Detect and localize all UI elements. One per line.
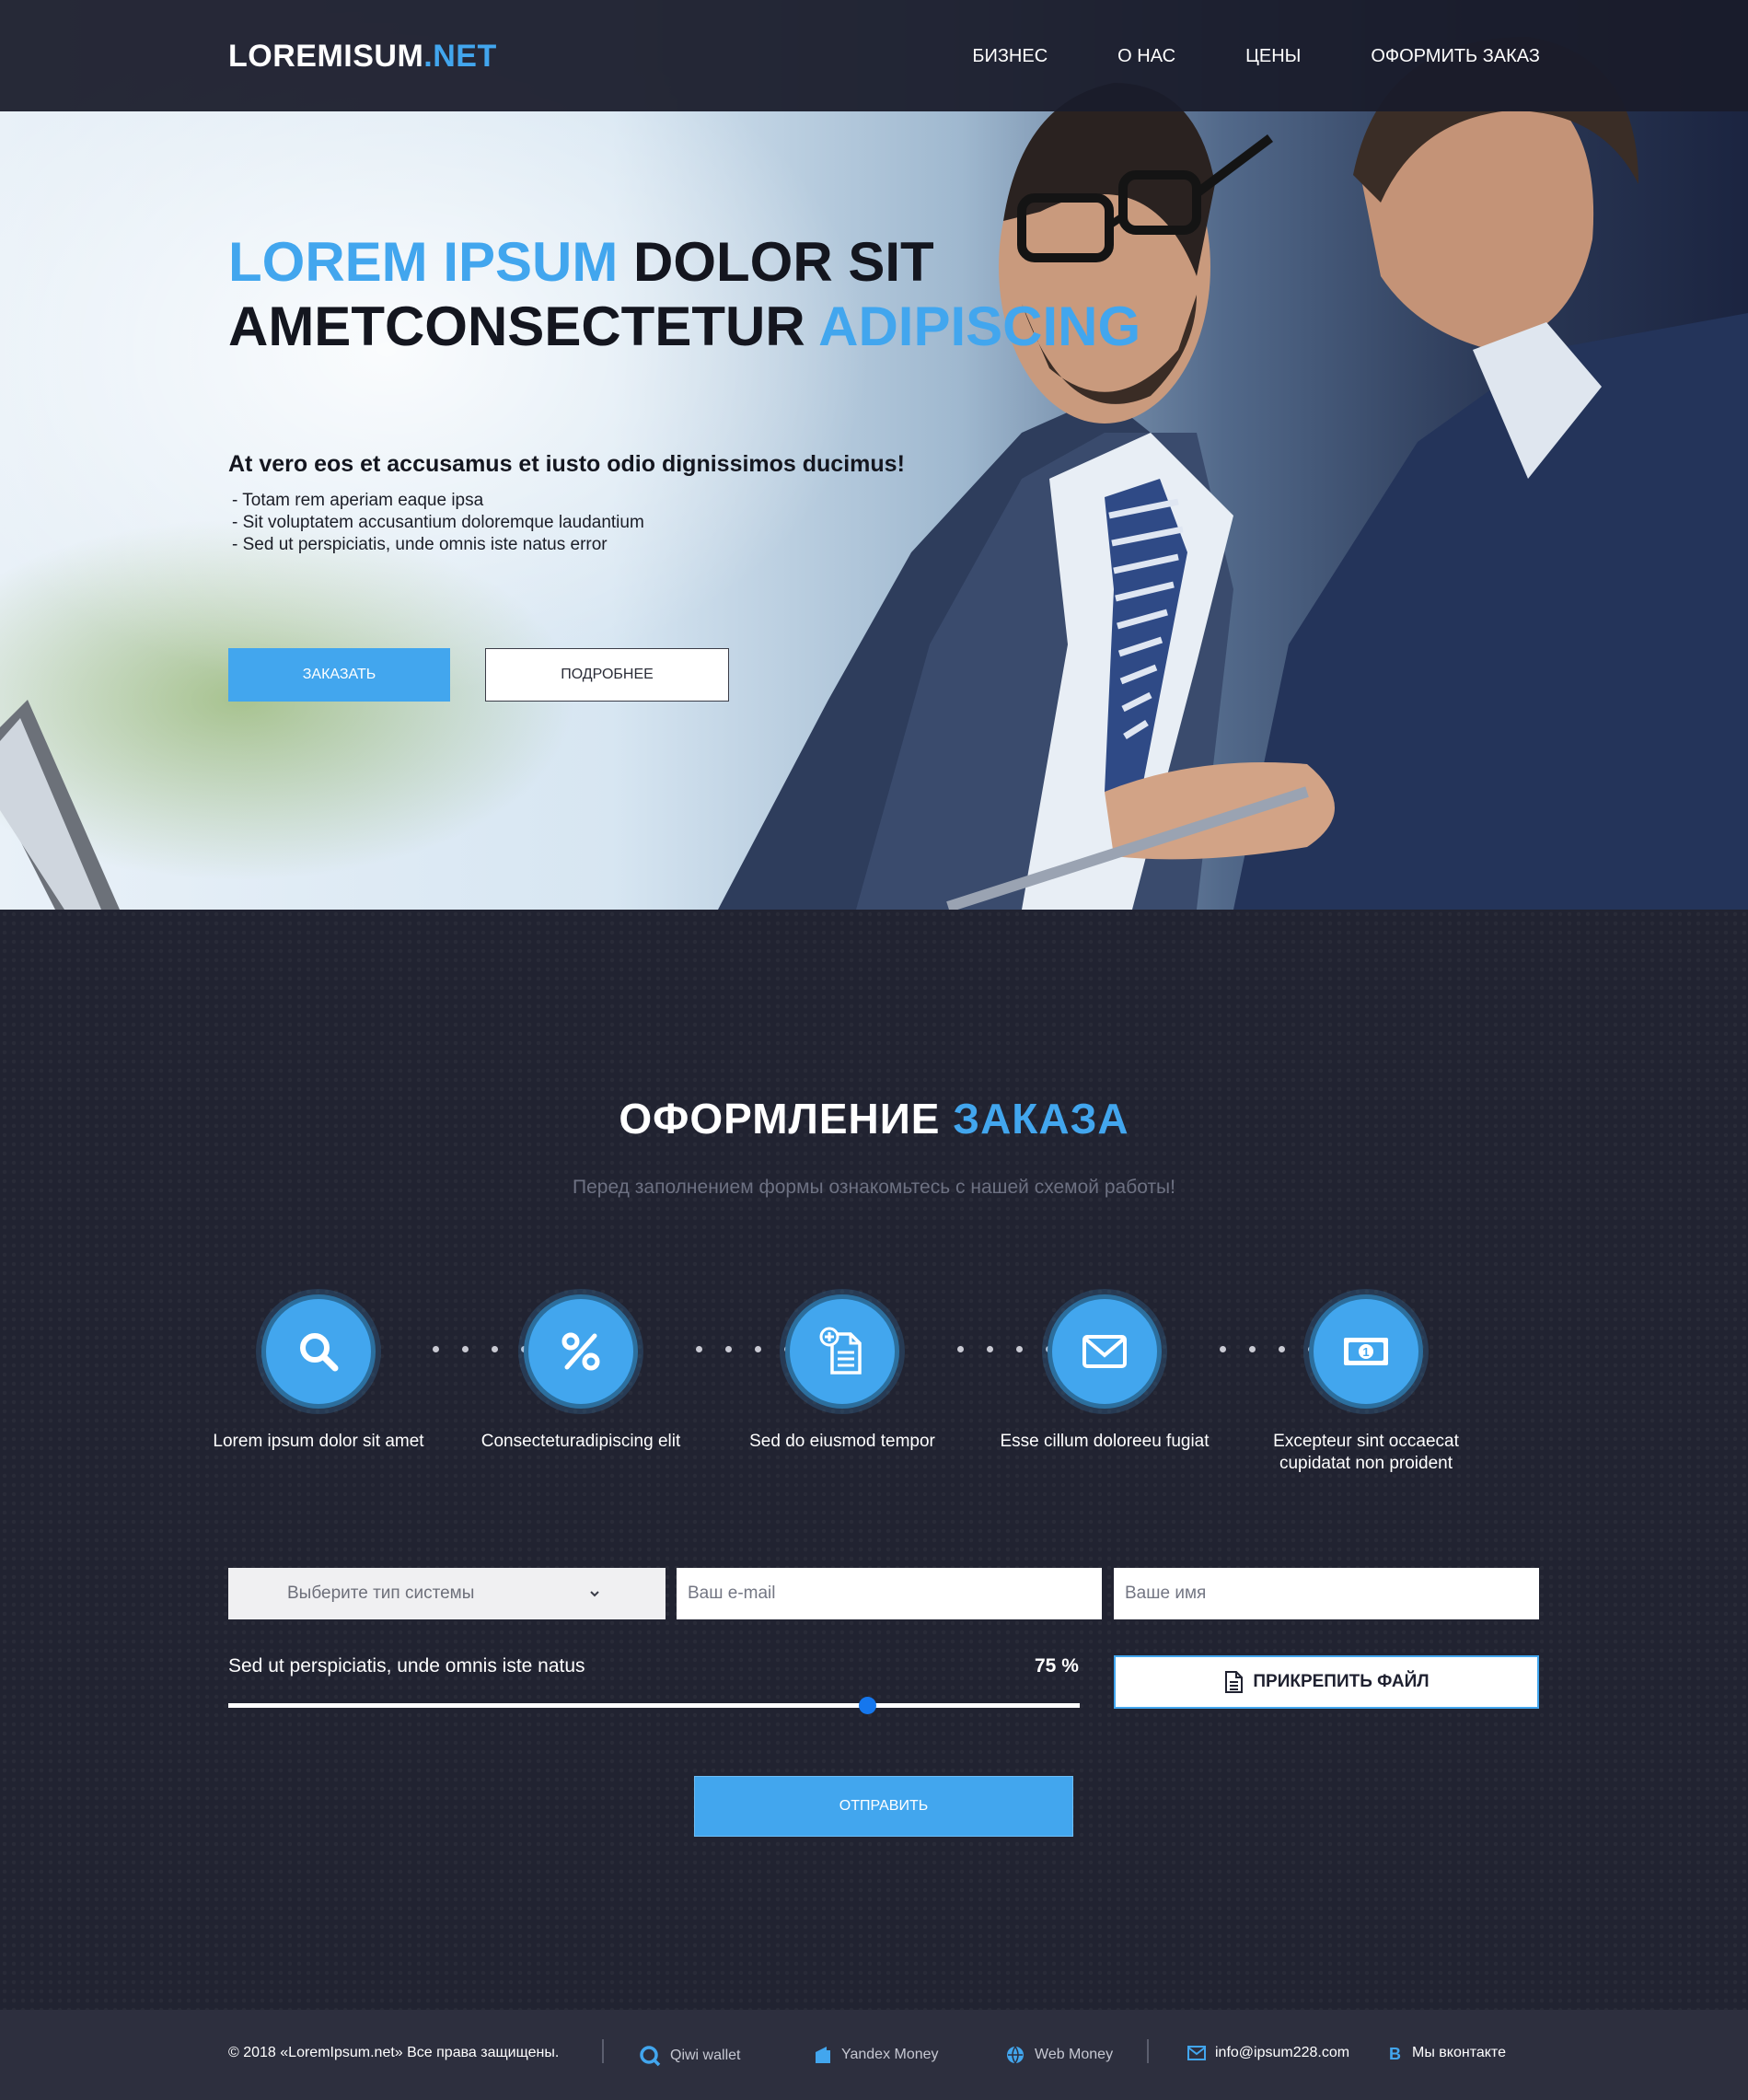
footer-link-vk[interactable]: B Мы вконтакте <box>1388 2045 1506 2061</box>
envelope-icon <box>1082 1335 1127 1368</box>
slider-label: Sed ut perspiciatis, unde omnis iste nat… <box>228 1655 585 1677</box>
list-item: - Totam rem aperiam eaque ipsa <box>232 491 484 510</box>
step-label: Sed do eiusmod tempor <box>749 1432 935 1451</box>
step-circle <box>1048 1294 1162 1409</box>
top-navbar: LOREMISUM.NET БИЗНЕС О НАС ЦЕНЫ ОФОРМИТЬ… <box>0 0 1748 111</box>
step-label: Consecteturadipiscing elit <box>480 1432 681 1451</box>
footer-link-webmoney[interactable]: Web Money <box>1005 2045 1113 2065</box>
search-icon <box>300 1333 339 1372</box>
qiwi-icon <box>639 2045 661 2067</box>
attach-file-button[interactable]: ПРИКРЕПИТЬ ФАЙЛ <box>1114 1655 1539 1709</box>
banknote-icon: 1 <box>1344 1338 1388 1365</box>
copyright-text: © 2018 «LoremIpsum.net» Все права защище… <box>228 2045 560 2060</box>
order-section: ОФОРМЛЕНИЕ ЗАКАЗА Перед заполнением форм… <box>0 910 1748 2010</box>
section-subtitle: Перед заполнением формы ознакомьтесь с н… <box>573 1177 1175 1198</box>
chevron-down-icon <box>590 1591 599 1597</box>
nav-item-order[interactable]: ОФОРМИТЬ ЗАКАЗ <box>1371 46 1540 67</box>
email-label: info@ipsum228.com <box>1215 2045 1350 2060</box>
step-label: Esse cillum doloreeu fugiat <box>1000 1432 1210 1451</box>
footer-link-qiwi[interactable]: Qiwi wallet <box>639 2045 740 2067</box>
svg-text:B: B <box>1389 2045 1401 2061</box>
step-3: Sed do eiusmod tempor <box>713 1294 971 1453</box>
step-circle <box>524 1294 638 1409</box>
nav-item-business[interactable]: БИЗНЕС <box>972 46 1048 67</box>
nav-item-prices[interactable]: ЦЕНЫ <box>1245 46 1301 67</box>
vk-icon: B <box>1388 2045 1403 2061</box>
site-logo[interactable]: LOREMISUM.NET <box>228 39 497 75</box>
more-button[interactable]: ПОДРОБНЕЕ <box>485 648 729 702</box>
hero-title: LOREM IPSUM DOLOR SIT AMETCONSECTETUR AD… <box>228 231 1141 357</box>
laptop-corner <box>0 700 120 910</box>
wallet-icon <box>814 2045 832 2065</box>
percent-icon <box>561 1332 600 1371</box>
yandex-label: Yandex Money <box>841 2047 939 2062</box>
step-label: Excepteur sint occaecat cupidatat non pr… <box>1273 1432 1459 1473</box>
submit-button[interactable]: ОТПРАВИТЬ <box>694 1776 1073 1837</box>
progress-slider[interactable] <box>228 1697 1080 1714</box>
hero-feature-list: - Totam rem aperiam eaque ipsa - Sit vol… <box>232 490 644 556</box>
vk-label: Мы вконтакте <box>1412 2045 1506 2060</box>
footer-link-email[interactable]: info@ipsum228.com <box>1187 2045 1349 2061</box>
hero-subtitle: At vero eos et accusamus et iusto odio d… <box>228 451 905 477</box>
document-icon <box>1225 1671 1244 1693</box>
nav-item-about[interactable]: О НАС <box>1117 46 1175 67</box>
list-item: - Sed ut perspiciatis, unde omnis iste n… <box>232 535 608 554</box>
webmoney-label: Web Money <box>1035 2047 1114 2062</box>
step-circle <box>785 1294 899 1409</box>
main-nav: БИЗНЕС О НАС ЦЕНЫ ОФОРМИТЬ ЗАКАЗ <box>902 46 1540 67</box>
globe-icon <box>1005 2045 1025 2065</box>
system-type-select[interactable]: Выберите тип системы <box>228 1568 666 1619</box>
list-item: - Sit voluptatem accusantium doloremque … <box>232 513 644 532</box>
slider-value: 75 % <box>1035 1655 1079 1677</box>
step-5: 1 Excepteur sint occaecat cupidatat non … <box>1237 1294 1495 1475</box>
step-label: Lorem ipsum dolor sit amet <box>213 1432 424 1451</box>
hero-section: LOREMISUM.NET БИЗНЕС О НАС ЦЕНЫ ОФОРМИТЬ… <box>0 0 1748 910</box>
email-field[interactable] <box>677 1568 1102 1619</box>
attach-file-label: ПРИКРЕПИТЬ ФАЙЛ <box>1253 1672 1430 1691</box>
name-field[interactable] <box>1114 1568 1539 1619</box>
step-4: Esse cillum doloreeu fugiat <box>976 1294 1233 1453</box>
process-steps: Lorem ipsum dolor sit amet Consecteturad… <box>213 1294 1539 1506</box>
slider-thumb[interactable] <box>858 1697 876 1714</box>
select-value: Выберите тип системы <box>287 1584 475 1603</box>
footer-divider <box>602 2039 604 2063</box>
envelope-icon <box>1187 2046 1206 2060</box>
order-button[interactable]: ЗАКАЗАТЬ <box>228 648 450 702</box>
step-circle: 1 <box>1309 1294 1423 1409</box>
section-title: ОФОРМЛЕНИЕ ЗАКАЗА <box>619 1095 1129 1143</box>
step-2: Consecteturadipiscing elit <box>452 1294 710 1453</box>
svg-text:1: 1 <box>1362 1345 1369 1359</box>
footer-link-yandex[interactable]: Yandex Money <box>814 2045 939 2065</box>
footer-divider <box>1147 2039 1149 2063</box>
step-circle <box>261 1294 376 1409</box>
document-add-icon <box>819 1327 862 1375</box>
qiwi-label: Qiwi wallet <box>670 2048 741 2063</box>
footer: © 2018 «LoremIpsum.net» Все права защище… <box>0 2010 1748 2100</box>
step-1: Lorem ipsum dolor sit amet <box>190 1294 447 1453</box>
